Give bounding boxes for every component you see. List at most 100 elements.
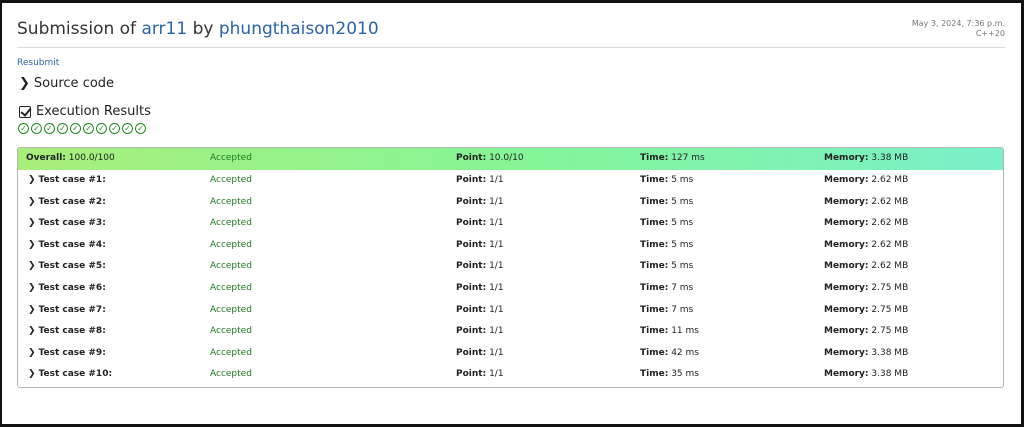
- test-case-label: Test case #4:: [38, 239, 106, 250]
- test-case-point: Point: 1/1: [456, 192, 504, 214]
- test-case-point: Point: 1/1: [456, 256, 504, 278]
- test-case-point-value: 1/1: [489, 347, 504, 358]
- point-label: Point:: [456, 282, 487, 293]
- test-case-status: Accepted: [210, 347, 252, 358]
- test-case-row[interactable]: ❯ Test case #1: Accepted Point: 1/1 Time: 5 …: [18, 170, 1003, 192]
- test-case-time: Time: 42 ms: [640, 343, 699, 365]
- check-circle-icon: ✓: [109, 123, 120, 134]
- test-case-time-value: 35 ms: [671, 369, 699, 380]
- test-case-memory-value: 2.62 MB: [871, 218, 909, 229]
- test-case-name[interactable]: ❯ Test case #9:: [28, 343, 106, 365]
- overall-label: Overall:: [26, 153, 66, 163]
- time-label: Time:: [640, 304, 669, 315]
- test-case-row[interactable]: ❯ Test case #8: Accepted Point: 1/1 Time: 11…: [18, 321, 1003, 343]
- check-circle-icon: ✓: [122, 123, 133, 134]
- test-case-time: Time: 5 ms: [640, 235, 693, 257]
- test-case-name[interactable]: ❯ Test case #5:: [28, 256, 106, 278]
- test-case-time-value: 5 ms: [671, 239, 694, 250]
- point-label: Point:: [456, 218, 487, 229]
- test-case-label: Test case #6:: [38, 282, 106, 293]
- test-case-time: Time: 5 ms: [640, 256, 693, 278]
- test-case-memory-value: 2.62 MB: [871, 261, 909, 272]
- point-label: Point:: [456, 196, 487, 207]
- test-case-memory: Memory: 2.75 MB: [824, 300, 908, 322]
- user-link[interactable]: phungthaison2010: [219, 19, 379, 39]
- test-case-status: Accepted: [210, 369, 252, 380]
- memory-label: Memory:: [824, 347, 869, 358]
- submission-date: May 3, 2024, 7:36 p.m.: [911, 19, 1005, 28]
- resubmit-link[interactable]: Resubmit: [17, 58, 59, 68]
- overall-point: Point: 10.0/10: [456, 148, 524, 170]
- time-label: Time:: [640, 153, 669, 163]
- test-case-label: Test case #1:: [38, 175, 106, 185]
- test-case-time: Time: 7 ms: [640, 300, 693, 322]
- test-case-status: Accepted: [210, 175, 252, 185]
- test-case-name[interactable]: ❯ Test case #2:: [28, 192, 106, 214]
- test-case-time-value: 42 ms: [671, 347, 699, 358]
- test-case-memory-value: 2.75 MB: [871, 326, 909, 337]
- test-case-row[interactable]: ❯ Test case #3: Accepted Point: 1/1 Time: 5 …: [18, 213, 1003, 235]
- check-circle-icon: ✓: [18, 123, 29, 134]
- test-case-label: Test case #7:: [38, 304, 106, 315]
- overall-status: Accepted: [210, 153, 252, 163]
- test-case-row[interactable]: ❯ Test case #9: Accepted Point: 1/1 Time: 42…: [18, 343, 1003, 365]
- test-case-time: Time: 5 ms: [640, 213, 693, 235]
- chevron-right-icon: ❯: [28, 347, 36, 358]
- test-case-row[interactable]: ❯ Test case #10: Accepted Point: 1/1 Time: 3…: [18, 364, 1003, 386]
- test-case-point-value: 1/1: [489, 261, 504, 272]
- source-code-label: Source code: [33, 76, 115, 91]
- memory-label: Memory:: [824, 239, 869, 250]
- test-case-label: Test case #10:: [38, 369, 113, 380]
- overall-memory-value: 3.38 MB: [871, 153, 909, 163]
- test-case-point: Point: 1/1: [456, 278, 504, 300]
- test-case-memory-value: 3.38 MB: [871, 369, 909, 380]
- memory-label: Memory:: [824, 153, 869, 163]
- test-case-name[interactable]: ❯ Test case #1:: [28, 170, 106, 192]
- test-case-row[interactable]: ❯ Test case #6: Accepted Point: 1/1 Time: 7 …: [18, 278, 1003, 300]
- test-case-point: Point: 1/1: [456, 170, 504, 192]
- test-case-name[interactable]: ❯ Test case #10:: [28, 364, 112, 386]
- memory-label: Memory:: [824, 282, 869, 293]
- overall-time: Time: 127 ms: [640, 148, 705, 170]
- test-case-memory: Memory: 3.38 MB: [824, 343, 908, 365]
- problem-link[interactable]: arr11: [141, 19, 187, 39]
- chevron-right-icon: ❯: [28, 196, 36, 207]
- test-case-name[interactable]: ❯ Test case #8:: [28, 321, 106, 343]
- page-title: Submission of arr11 by phungthaison2010: [17, 19, 379, 39]
- title-by: by: [192, 19, 214, 39]
- overall-score-value: 100.0/100: [68, 153, 115, 163]
- page: Submission of arr11 by phungthaison2010 …: [2, 3, 1021, 424]
- chevron-right-icon: ❯: [28, 218, 36, 229]
- test-case-memory-value: 2.62 MB: [871, 196, 909, 207]
- test-case-name[interactable]: ❯ Test case #7:: [28, 300, 106, 322]
- check-circle-icon: ✓: [70, 123, 81, 134]
- test-case-row[interactable]: ❯ Test case #4: Accepted Point: 1/1 Time: 5 …: [18, 235, 1003, 257]
- test-case-point-value: 1/1: [489, 196, 504, 207]
- memory-label: Memory:: [824, 326, 869, 337]
- time-label: Time:: [640, 369, 669, 380]
- overall-memory: Memory: 3.38 MB: [824, 148, 908, 170]
- test-case-row[interactable]: ❯ Test case #5: Accepted Point: 1/1 Time: 5 …: [18, 256, 1003, 278]
- test-case-name[interactable]: ❯ Test case #3:: [28, 213, 106, 235]
- memory-label: Memory:: [824, 261, 869, 272]
- test-case-memory: Memory: 2.75 MB: [824, 278, 908, 300]
- checkbox-checked-icon: [19, 105, 31, 118]
- execution-results-heading: Execution Results: [19, 104, 151, 119]
- overall-point-value: 10.0/10: [489, 153, 524, 163]
- test-case-point-value: 1/1: [489, 326, 504, 337]
- chevron-right-icon: ❯: [28, 369, 36, 380]
- overall-row: Overall: 100.0/100 Accepted Point: 10.0/…: [18, 148, 1003, 170]
- check-circle-icon: ✓: [96, 123, 107, 134]
- check-circle-icon: ✓: [135, 123, 146, 134]
- test-case-row[interactable]: ❯ Test case #7: Accepted Point: 1/1 Time: 7 …: [18, 300, 1003, 322]
- chevron-right-icon: ❯: [28, 304, 36, 315]
- test-case-name[interactable]: ❯ Test case #6:: [28, 278, 106, 300]
- test-case-name[interactable]: ❯ Test case #4:: [28, 235, 106, 257]
- source-code-toggle[interactable]: ❯ Source code: [19, 76, 114, 91]
- point-label: Point:: [456, 175, 487, 185]
- test-case-point-value: 1/1: [489, 218, 504, 229]
- time-label: Time:: [640, 261, 669, 272]
- check-circle-icon: ✓: [44, 123, 55, 134]
- test-case-memory-value: 2.62 MB: [871, 175, 909, 185]
- test-case-row[interactable]: ❯ Test case #2: Accepted Point: 1/1 Time: 5 …: [18, 192, 1003, 214]
